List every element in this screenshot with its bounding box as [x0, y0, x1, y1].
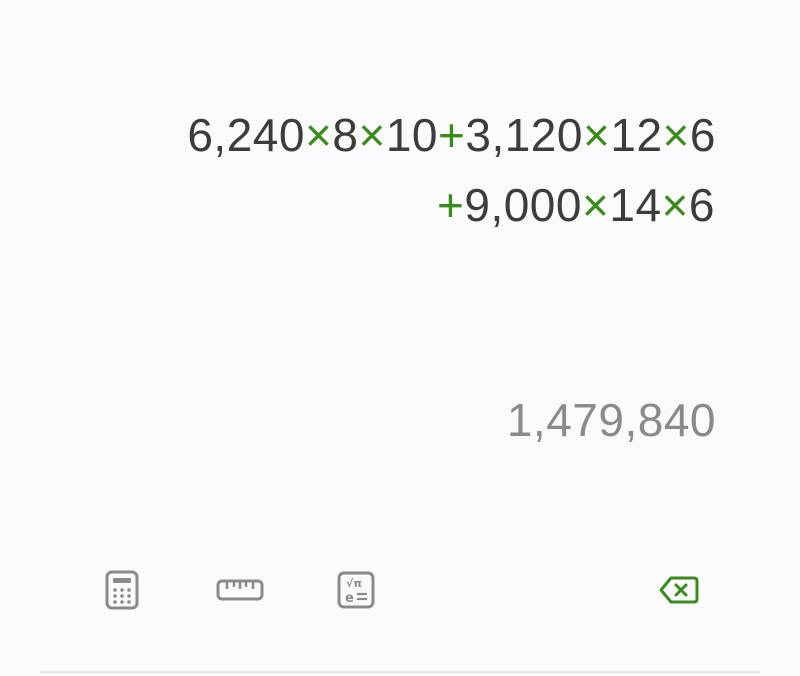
- calculator-history-button[interactable]: [100, 568, 144, 612]
- expr-number: 8: [332, 109, 359, 161]
- expr-operator: +: [437, 109, 466, 161]
- scientific-mode-button[interactable]: √π e: [334, 568, 378, 612]
- expr-operator: +: [436, 179, 465, 231]
- expression-line-1: 6,240×8×10+3,120×12×6: [76, 100, 716, 170]
- expr-number: 14: [609, 179, 662, 231]
- backspace-icon: [659, 576, 699, 604]
- ruler-icon: [216, 579, 264, 601]
- expr-number: 6: [688, 179, 715, 231]
- unit-converter-button[interactable]: [214, 568, 266, 612]
- expr-number: 3,120: [465, 109, 583, 161]
- expr-number: 6: [689, 109, 716, 161]
- expr-operator: ×: [358, 109, 386, 161]
- expr-number: 9,000: [464, 179, 582, 231]
- calculator-icon: [105, 570, 139, 610]
- keypad-divider: [40, 671, 760, 673]
- expr-operator: ×: [582, 109, 611, 161]
- expr-number: 10: [385, 109, 438, 161]
- expr-number: 6,240: [187, 109, 305, 161]
- svg-text:e: e: [345, 591, 354, 606]
- svg-text:√π: √π: [346, 577, 362, 590]
- expr-operator: ×: [581, 179, 610, 231]
- calculator-screen: 6,240×8×10+3,120×12×6 +9,000×14×6 1,479,…: [0, 0, 800, 676]
- result-preview: 1,479,840: [506, 394, 716, 446]
- expression-display[interactable]: 6,240×8×10+3,120×12×6 +9,000×14×6: [76, 100, 716, 250]
- expr-operator: ×: [304, 109, 333, 161]
- expr-operator: ×: [662, 109, 690, 161]
- expr-number: 12: [610, 109, 663, 161]
- expr-operator: ×: [661, 179, 689, 231]
- scientific-functions-icon: √π e: [337, 571, 375, 609]
- expression-line-2: +9,000×14×6: [76, 170, 716, 250]
- backspace-button[interactable]: [654, 568, 704, 612]
